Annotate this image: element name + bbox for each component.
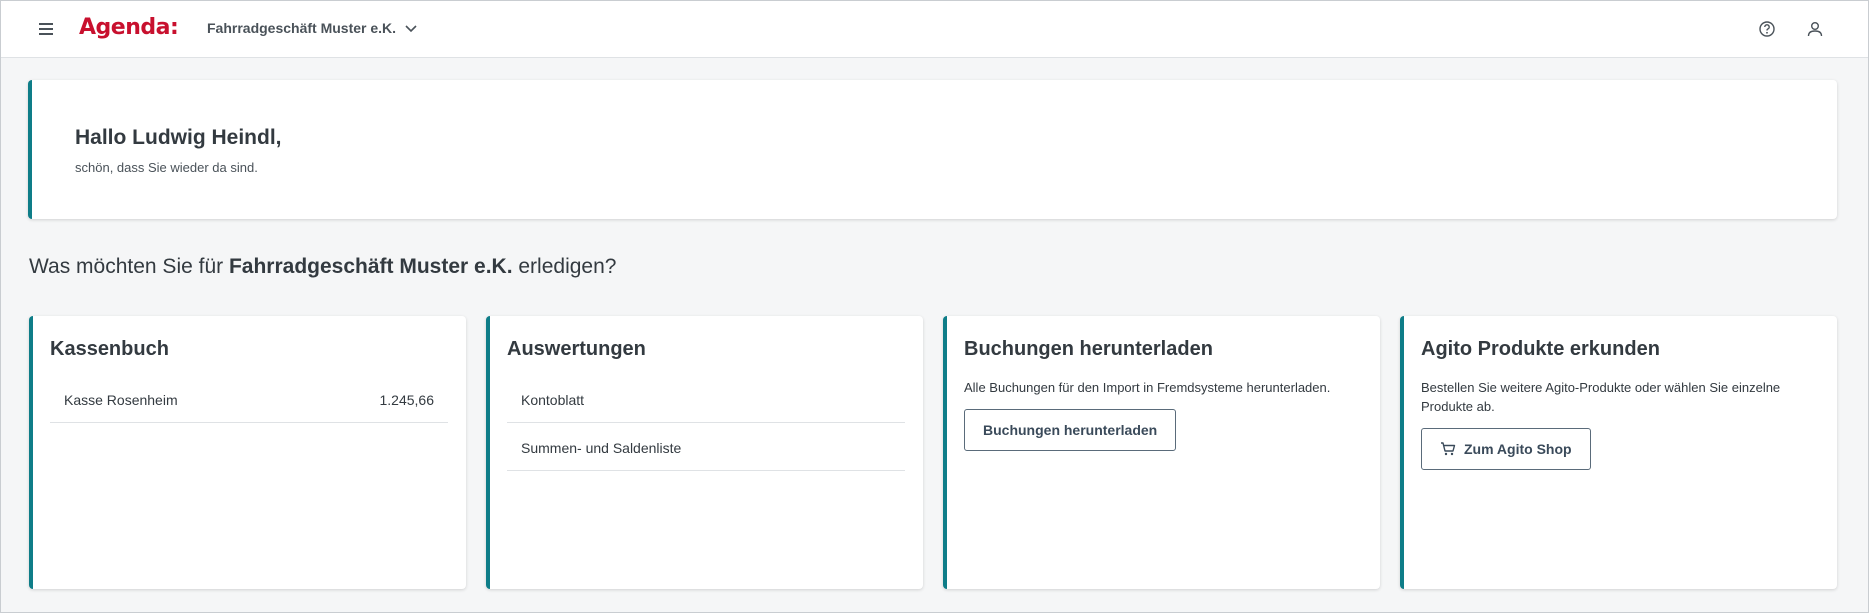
question-suffix: erledigen?	[512, 255, 617, 278]
buchungen-card: Buchungen herunterladen Alle Buchungen f…	[943, 316, 1380, 589]
kasse-label: Kasse Rosenheim	[64, 392, 178, 408]
buchungen-herunterladen-button[interactable]: Buchungen herunterladen	[964, 409, 1177, 451]
agito-title: Agito Produkte erkunden	[1421, 338, 1660, 360]
kontoblatt-label: Kontoblatt	[521, 392, 585, 408]
agito-card: Agito Produkte erkunden Bestellen Sie we…	[1400, 316, 1837, 589]
kasse-balance: 1.245,66	[379, 392, 435, 408]
kasse-rosenheim-row[interactable]: Kasse Rosenheim 1.245,66	[50, 375, 448, 423]
buchungen-description: Alle Buchungen für den Import in Fremdsy…	[964, 380, 1331, 395]
agito-shop-button[interactable]: Zum Agito Shop	[1421, 428, 1591, 470]
summen-saldenliste-row[interactable]: Summen- und Saldenliste	[507, 423, 905, 471]
help-icon[interactable]	[1757, 19, 1777, 39]
task-question: Was möchten Sie für Fahrradgeschäft Must…	[29, 255, 616, 279]
company-selector[interactable]: Fahrradgeschäft Muster e.K.	[207, 20, 418, 36]
question-company: Fahrradgeschäft Muster e.K.	[228, 255, 513, 278]
top-bar: Agenda: Fahrradgeschäft Muster e.K.	[1, 1, 1868, 58]
agenda-logo[interactable]: Agenda:	[79, 15, 179, 40]
welcome-panel: Hallo Ludwig Heindl, schön, dass Sie wie…	[28, 80, 1837, 219]
menu-icon[interactable]	[39, 20, 59, 38]
welcome-subtitle: schön, dass Sie wieder da sind.	[75, 160, 258, 175]
buchungen-button-label: Buchungen herunterladen	[983, 422, 1158, 438]
auswertungen-title: Auswertungen	[507, 338, 646, 360]
kontoblatt-row[interactable]: Kontoblatt	[507, 375, 905, 423]
welcome-greeting: Hallo Ludwig Heindl,	[75, 126, 282, 149]
company-selector-label: Fahrradgeschäft Muster e.K.	[207, 20, 397, 36]
auswertungen-card: Auswertungen Kontoblatt Summen- und Sald…	[486, 316, 923, 589]
agito-button-label: Zum Agito Shop	[1464, 441, 1572, 457]
kassenbuch-title: Kassenbuch	[50, 338, 169, 360]
user-icon[interactable]	[1805, 19, 1825, 39]
question-prefix: Was möchten Sie für	[29, 255, 229, 278]
kassenbuch-card: Kassenbuch Kasse Rosenheim 1.245,66	[29, 316, 466, 589]
agito-description: Bestellen Sie weitere Agito-Produkte ode…	[1421, 380, 1781, 414]
shopping-cart-icon	[1441, 442, 1456, 456]
summen-saldenliste-label: Summen- und Saldenliste	[521, 440, 682, 456]
chevron-down-icon	[405, 25, 417, 33]
buchungen-title: Buchungen herunterladen	[964, 338, 1213, 360]
